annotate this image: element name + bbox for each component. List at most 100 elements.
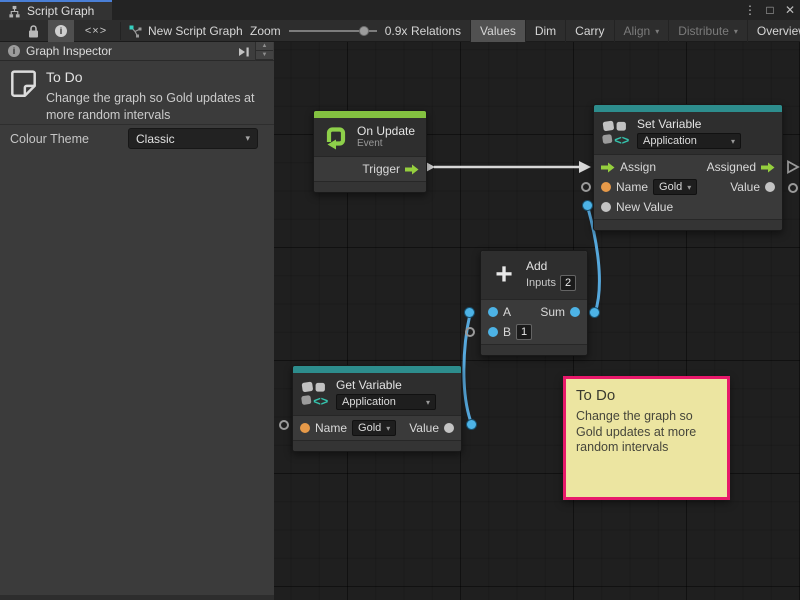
scroll-up-button[interactable]: ▲ (256, 42, 273, 51)
colour-theme-value: Classic (136, 132, 175, 146)
port-assigned-out[interactable]: Assigned (707, 160, 775, 174)
port-new-value-in[interactable]: New Value (601, 200, 673, 214)
port-value-out[interactable]: Value (730, 180, 775, 194)
relations-button[interactable]: Relations (402, 20, 470, 42)
new-script-graph-button[interactable]: New Script Graph (128, 20, 243, 42)
window-controls: ⋮ □ ✕ (742, 0, 798, 20)
window-close-icon[interactable]: ✕ (782, 1, 798, 19)
toolbar-separator (120, 22, 121, 40)
add-a-port-connector[interactable] (464, 307, 475, 318)
getvar-name-port-connector[interactable] (279, 420, 289, 430)
values-button[interactable]: Values (470, 20, 525, 42)
graph-icon (8, 5, 21, 18)
inputs-label: Inputs (526, 277, 556, 289)
colour-theme-select[interactable]: Classic ▾ (128, 128, 258, 149)
info-toggle-button[interactable]: i (48, 20, 74, 42)
graph-inspector-header: i Graph Inspector ▲ ▼ (0, 42, 274, 61)
toolbar-toggle-buttons: Relations Values Dim Carry Align ▾ Distr… (402, 20, 800, 42)
setvar-name-port-connector[interactable] (581, 182, 591, 192)
svg-text:<>: <> (614, 133, 629, 147)
scroll-down-button[interactable]: ▼ (256, 51, 273, 60)
chevron-down-icon: ▾ (386, 424, 390, 433)
number-port-icon[interactable] (570, 307, 580, 317)
align-dropdown-button[interactable]: Align ▾ (614, 20, 669, 42)
chevron-down-icon: ▾ (687, 183, 691, 192)
lock-button[interactable] (20, 20, 46, 42)
distribute-dropdown-button[interactable]: Distribute ▾ (668, 20, 747, 42)
port-value-out[interactable]: Value (409, 421, 454, 435)
port-b-in[interactable]: B 1 (488, 324, 532, 340)
node-set-variable[interactable]: <> Set Variable Application ▾ (593, 104, 783, 231)
string-port-icon[interactable] (300, 423, 310, 433)
script-graph-window: Script Graph ⋮ □ ✕ i <×> (0, 0, 800, 600)
lock-icon (28, 25, 39, 38)
new-script-graph-label: New Script Graph (148, 24, 243, 38)
variable-colorbar (293, 366, 461, 373)
node-add[interactable]: + Add Inputs 2 A Sum (480, 250, 588, 356)
variable-scope-dropdown[interactable]: Application ▾ (336, 394, 436, 410)
object-port-icon[interactable] (765, 182, 775, 192)
inspector-scroll-buttons: ▲ ▼ (255, 42, 273, 61)
toolbar: i <×> New Script Graph Zoom 0.9x R (0, 20, 800, 42)
zoom-slider[interactable] (289, 20, 377, 42)
node-on-update[interactable]: On Update Event Trigger (313, 110, 427, 193)
port-sum-out[interactable]: Sum (540, 305, 580, 319)
graph-inspector-title: Graph Inspector (26, 44, 112, 58)
b-value-field[interactable]: 1 (516, 324, 532, 340)
chevron-down-icon: ▾ (734, 27, 738, 36)
port-trigger-out[interactable]: Trigger (362, 162, 419, 176)
node-title: On Update (357, 124, 415, 138)
event-colorbar (314, 111, 426, 118)
zoom-slider-handle[interactable] (359, 26, 369, 36)
flow-arrow-icon (761, 162, 775, 173)
getvar-value-port-connector[interactable] (466, 419, 477, 430)
sticky-note-title: To Do (576, 387, 717, 404)
node-footer (314, 181, 426, 192)
info-icon: i (8, 45, 20, 57)
assigned-port-connector[interactable] (788, 162, 798, 173)
object-port-icon[interactable] (601, 202, 611, 212)
dock-panel-button[interactable] (236, 44, 252, 59)
graph-canvas[interactable]: On Update Event Trigger (274, 42, 800, 600)
overview-button[interactable]: Overview (747, 20, 800, 42)
sticky-note-text: Gold updates at more (576, 425, 717, 441)
variable-name-dropdown[interactable]: Gold ▾ (352, 420, 396, 436)
variable-name-dropdown[interactable]: Gold ▾ (653, 179, 697, 195)
inputs-count-field[interactable]: 2 (560, 275, 576, 291)
port-name-in[interactable]: Name Gold ▾ (601, 179, 697, 195)
port-name-in[interactable]: Name Gold ▾ (300, 420, 396, 436)
tab-script-graph[interactable]: Script Graph (0, 0, 112, 20)
node-get-variable[interactable]: <> Get Variable Application ▾ Name (292, 365, 462, 452)
node-header: <> Get Variable Application ▾ (293, 373, 461, 416)
setvar-newvalue-port-connector[interactable] (582, 200, 593, 211)
port-assign-in[interactable]: Assign (601, 160, 656, 174)
add-plus-icon: + (489, 261, 519, 289)
variable-icon: <> (301, 380, 329, 408)
sticky-note[interactable]: To Do Change the graph so Gold updates a… (563, 376, 730, 500)
chevron-down-icon: ▾ (655, 27, 659, 36)
divider (0, 124, 274, 125)
code-preview-button[interactable]: <×> (78, 20, 114, 42)
script-graph-icon (128, 24, 142, 38)
dim-button[interactable]: Dim (525, 20, 565, 42)
svg-text:<>: <> (313, 394, 328, 408)
chevron-down-icon: ▾ (245, 133, 250, 144)
on-update-loop-icon (322, 123, 350, 151)
add-sum-port-connector[interactable] (589, 307, 600, 318)
number-port-icon[interactable] (488, 307, 498, 317)
object-port-icon[interactable] (444, 423, 454, 433)
setvar-value-port-connector[interactable] (788, 183, 798, 193)
variable-scope-dropdown[interactable]: Application ▾ (637, 133, 741, 149)
window-maximize-icon[interactable]: □ (762, 1, 778, 19)
node-footer (293, 440, 461, 451)
tab-label: Script Graph (27, 4, 94, 18)
connection-arrowhead-icon (579, 161, 591, 173)
window-menu-icon[interactable]: ⋮ (742, 1, 758, 19)
carry-button[interactable]: Carry (565, 20, 613, 42)
string-port-icon[interactable] (601, 182, 611, 192)
dock-icon (238, 47, 250, 57)
port-a-in[interactable]: A (488, 305, 511, 319)
add-b-port-connector[interactable] (465, 327, 475, 337)
number-port-icon[interactable] (488, 327, 498, 337)
node-header: On Update Event (314, 118, 426, 157)
